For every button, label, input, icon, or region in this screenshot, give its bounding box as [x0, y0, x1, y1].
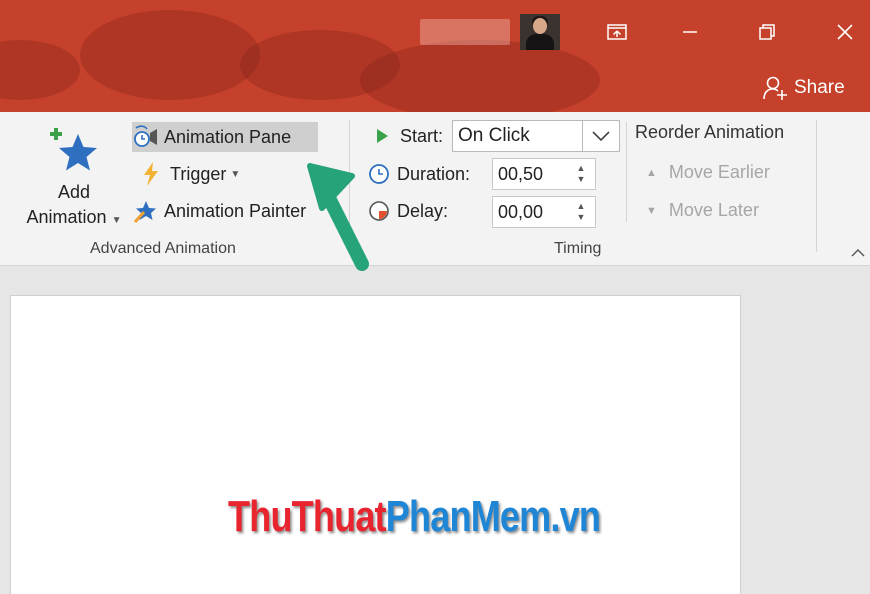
collapse-ribbon-button[interactable]	[848, 244, 868, 262]
callout-arrow-icon	[307, 163, 369, 271]
dropdown-caret-icon: ▼	[111, 215, 122, 226]
add-animation-label-line2: Animation	[26, 207, 107, 227]
group-separator	[626, 122, 627, 222]
animation-painter-label: Animation Painter	[164, 200, 307, 221]
minimize-icon	[683, 31, 697, 33]
watermark-part1: ThuThuat	[228, 492, 387, 541]
spin-down-icon[interactable]: ▼	[577, 212, 586, 223]
spin-up-icon[interactable]: ▲	[577, 201, 586, 212]
background-pattern	[80, 10, 260, 100]
move-earlier-label: Move Earlier	[668, 162, 770, 182]
avatar[interactable]	[520, 14, 560, 50]
share-button[interactable]: Share	[762, 74, 845, 102]
account-name-blurred	[420, 19, 510, 45]
move-later-label: Move Later	[668, 200, 759, 220]
trigger-button[interactable]: Trigger ▼	[138, 159, 240, 189]
close-button[interactable]	[822, 12, 868, 52]
watermark-part2: PhanMem.vn	[385, 492, 601, 541]
title-bar: Share	[0, 0, 870, 112]
animation-pane-icon	[132, 124, 158, 150]
animation-pane-button[interactable]: Animation Pane	[132, 122, 318, 152]
spin-up-icon[interactable]: ▲	[577, 163, 586, 174]
trigger-label: Trigger	[170, 163, 227, 184]
advanced-animation-group-label: Advanced Animation	[90, 240, 236, 257]
triangle-up-icon: ▲	[646, 166, 657, 179]
share-person-icon	[763, 76, 787, 100]
ribbon-display-options-button[interactable]	[594, 12, 640, 52]
watermark-text: ThuThuatPhanMem.vn	[228, 492, 601, 542]
move-earlier-button[interactable]: ▲ Move Earlier	[646, 162, 770, 183]
delay-label: Delay:	[397, 200, 449, 221]
background-pattern	[360, 40, 600, 112]
duration-spinner[interactable]: 00,50 ▲ ▼	[492, 158, 596, 190]
chevron-up-icon	[851, 249, 865, 257]
start-select[interactable]: On Click	[452, 120, 620, 152]
ribbon: Add Animation ▼ Animation Pane Trigger ▼…	[0, 112, 870, 266]
delay-value: 00,00	[498, 202, 544, 222]
share-label: Share	[794, 77, 845, 98]
add-animation-button[interactable]: Add Animation ▼	[18, 120, 130, 230]
background-pattern	[0, 40, 80, 100]
reorder-animation-title: Reorder Animation	[635, 122, 785, 142]
duration-label: Duration:	[397, 163, 471, 184]
slide-canvas[interactable]	[10, 295, 741, 594]
ribbon-display-icon	[607, 24, 627, 40]
animation-pane-label: Animation Pane	[164, 126, 292, 147]
timing-group-label: Timing	[554, 240, 602, 257]
animation-painter-button[interactable]: Animation Painter	[132, 196, 306, 226]
delay-spinner[interactable]: 00,00 ▲ ▼	[492, 196, 596, 228]
move-later-button[interactable]: ▼ Move Later	[646, 200, 759, 221]
dropdown-caret-icon: ▼	[230, 168, 241, 180]
duration-value: 00,50	[498, 164, 544, 184]
chevron-down-icon[interactable]	[582, 121, 619, 151]
play-icon	[370, 124, 394, 148]
triangle-down-icon: ▼	[646, 204, 657, 217]
close-icon	[837, 24, 853, 40]
start-label: Start:	[400, 125, 444, 146]
add-animation-label-line1: Add	[57, 182, 91, 202]
restore-button[interactable]	[744, 12, 790, 52]
animation-painter-icon	[132, 198, 158, 224]
spin-down-icon[interactable]: ▼	[577, 174, 586, 185]
restore-icon	[759, 24, 775, 40]
add-animation-star-icon	[50, 128, 97, 171]
start-select-value: On Click	[458, 125, 530, 146]
lightning-icon	[138, 161, 164, 187]
minimize-button[interactable]	[667, 12, 713, 52]
group-separator	[816, 120, 817, 252]
